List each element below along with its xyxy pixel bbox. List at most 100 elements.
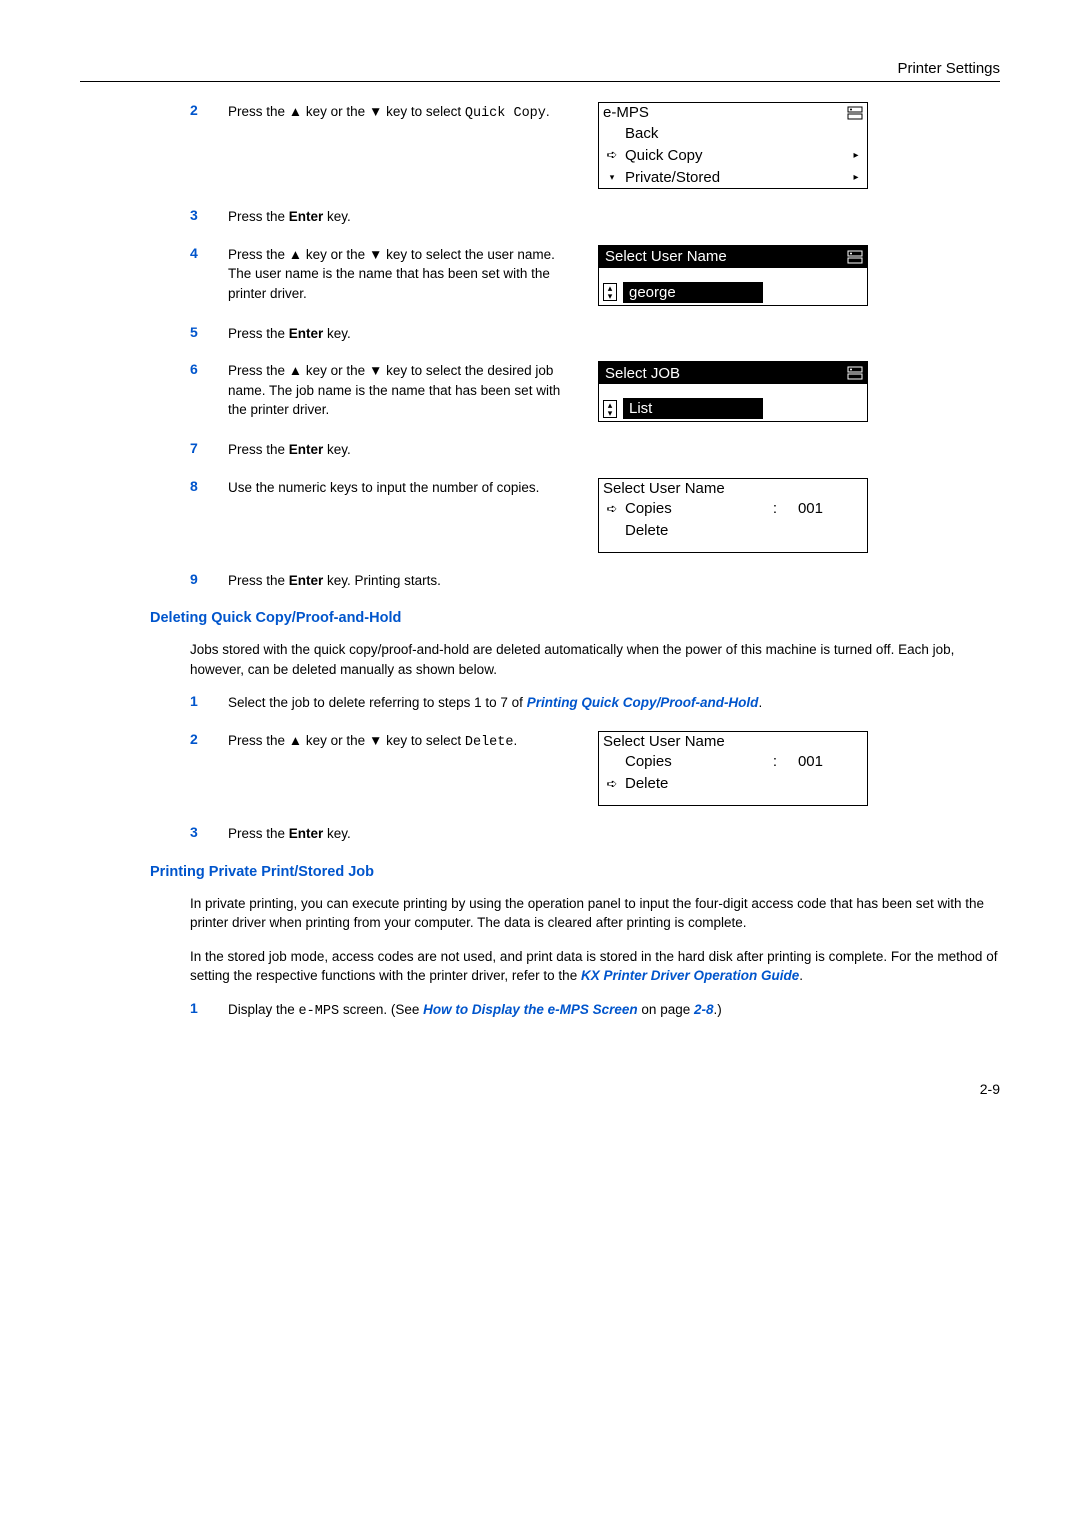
display-title: Select JOB — [605, 365, 680, 382]
menu-item-back: Back — [599, 122, 867, 144]
job-item: ▴▾ List — [599, 396, 867, 421]
user-item: ▴▾ george — [599, 280, 867, 305]
step-2: 2 Press the ▲ key or the ▼ key to select… — [190, 102, 1000, 189]
row-delete: Delete — [599, 520, 867, 542]
selected-user: george — [623, 282, 763, 303]
del-step-2: 2 Press the ▲ key or the ▼ key to select… — [190, 731, 1000, 806]
step-8: 8 Use the numeric keys to input the numb… — [190, 478, 1000, 553]
step-4: 4 Press the ▲ key or the ▼ key to select… — [190, 245, 1000, 306]
hdd-icon — [847, 250, 863, 264]
menu-option: Delete — [465, 735, 514, 750]
menu-item-quickcopy: ➪Quick Copy▸ — [599, 144, 867, 166]
step-5: 5 Press the Enter key. — [190, 324, 1000, 344]
up-arrow-icon: ▲ — [289, 363, 302, 378]
display-header: Select JOB — [599, 362, 867, 384]
private-para-2: In the stored job mode, access codes are… — [190, 947, 1000, 986]
scroll-down-icon: ▾ — [603, 172, 621, 183]
step-text: Press the Enter key. Printing starts. — [228, 571, 1000, 591]
step-9: 9 Press the Enter key. Printing starts. — [190, 571, 1000, 591]
section-heading-deleting: Deleting Quick Copy/Proof-and-Hold — [150, 610, 1000, 626]
display-copies: Select User Name ➪Copies:001 Delete — [598, 478, 868, 553]
key-name: Enter — [289, 442, 324, 457]
header-title: Printer Settings — [897, 60, 1000, 77]
row-copies: ➪Copies:001 — [599, 498, 867, 520]
page-header: Printer Settings — [80, 60, 1000, 82]
copies-value: 001 — [783, 753, 823, 770]
down-arrow-icon: ▼ — [369, 104, 382, 119]
step-text: Press the ▲ key or the ▼ key to select Q… — [228, 102, 578, 124]
screen-name: e-MPS — [299, 1004, 340, 1019]
display-header: Select User Name — [599, 246, 867, 268]
step-text: Press the Enter key. — [228, 207, 1000, 227]
pointer-icon: ➪ — [603, 776, 621, 792]
priv-step-1: 1 Display the e-MPS screen. (See How to … — [190, 1000, 1000, 1022]
up-arrow-icon: ▲ — [289, 247, 302, 262]
key-name: Enter — [289, 826, 324, 841]
cross-reference-link[interactable]: KX Printer Driver Operation Guide — [581, 968, 799, 983]
menu-item-private: ▾Private/Stored▸ — [599, 166, 867, 188]
del-step-1: 1 Select the job to delete referring to … — [190, 693, 1000, 713]
display-user: Select User Name ▴▾ george — [598, 245, 868, 306]
step-text: Select the job to delete referring to st… — [228, 693, 1000, 713]
step-7: 7 Press the Enter key. — [190, 440, 1000, 460]
display-emps: e-MPS Back ➪Quick Copy▸ ▾Private/Stored▸ — [598, 102, 868, 189]
row-copies: Copies:001 — [599, 751, 867, 773]
display-title: e-MPS — [603, 104, 649, 121]
page-number: 2-9 — [80, 1081, 1000, 1097]
step-number: 2 — [190, 731, 208, 806]
up-arrow-icon: ▲ — [289, 104, 302, 119]
selected-job: List — [623, 398, 763, 419]
display-title: Select User Name — [603, 733, 725, 750]
pointer-icon: ➪ — [603, 501, 621, 517]
display-header: Select User Name — [599, 732, 867, 751]
page-reference[interactable]: 2-8 — [694, 1002, 714, 1017]
section-heading-private: Printing Private Print/Stored Job — [150, 864, 1000, 880]
menu-option: Quick Copy — [465, 106, 546, 121]
display-header: Select User Name — [599, 479, 867, 498]
step-6: 6 Press the ▲ key or the ▼ key to select… — [190, 361, 1000, 422]
step-number: 5 — [190, 324, 208, 344]
cross-reference-link[interactable]: How to Display the e-MPS Screen — [423, 1002, 638, 1017]
step-number: 8 — [190, 478, 208, 553]
display-title: Select User Name — [605, 248, 727, 265]
step-number: 6 — [190, 361, 208, 422]
submenu-arrow-icon: ▸ — [849, 172, 863, 183]
step-number: 7 — [190, 440, 208, 460]
step-text: Press the Enter key. — [228, 440, 1000, 460]
up-arrow-icon: ▲ — [289, 733, 302, 748]
del-step-3: 3 Press the Enter key. — [190, 824, 1000, 844]
step-text: Press the Enter key. — [228, 324, 1000, 344]
updown-icon: ▴▾ — [603, 283, 617, 301]
step-number: 4 — [190, 245, 208, 306]
cross-reference-link[interactable]: Printing Quick Copy/Proof-and-Hold — [527, 695, 759, 710]
main-content: 2 Press the ▲ key or the ▼ key to select… — [80, 102, 1000, 1021]
step-text: Press the ▲ key or the ▼ key to select t… — [228, 361, 578, 420]
key-name: Enter — [289, 209, 324, 224]
hdd-icon — [847, 106, 863, 120]
down-arrow-icon: ▼ — [369, 363, 382, 378]
submenu-arrow-icon: ▸ — [849, 150, 863, 161]
key-name: Enter — [289, 326, 324, 341]
copies-value: 001 — [783, 500, 823, 517]
step-text: Press the Enter key. — [228, 824, 1000, 844]
step-number: 9 — [190, 571, 208, 591]
step-3: 3 Press the Enter key. — [190, 207, 1000, 227]
step-number: 1 — [190, 1000, 208, 1022]
step-number: 3 — [190, 207, 208, 227]
display-delete: Select User Name Copies:001 ➪Delete — [598, 731, 868, 806]
row-delete: ➪Delete — [599, 773, 867, 795]
pointer-icon: ➪ — [603, 147, 621, 163]
updown-icon: ▴▾ — [603, 400, 617, 418]
hdd-icon — [847, 366, 863, 380]
down-arrow-icon: ▼ — [369, 733, 382, 748]
step-text: Use the numeric keys to input the number… — [228, 478, 578, 498]
display-job: Select JOB ▴▾ List — [598, 361, 868, 422]
private-para-1: In private printing, you can execute pri… — [190, 894, 1000, 933]
step-number: 2 — [190, 102, 208, 189]
step-number: 3 — [190, 824, 208, 844]
display-title: Select User Name — [603, 480, 725, 497]
step-text: Press the ▲ key or the ▼ key to select D… — [228, 731, 578, 753]
display-header: e-MPS — [599, 103, 867, 122]
key-name: Enter — [289, 573, 324, 588]
step-text: Display the e-MPS screen. (See How to Di… — [228, 1000, 1000, 1022]
